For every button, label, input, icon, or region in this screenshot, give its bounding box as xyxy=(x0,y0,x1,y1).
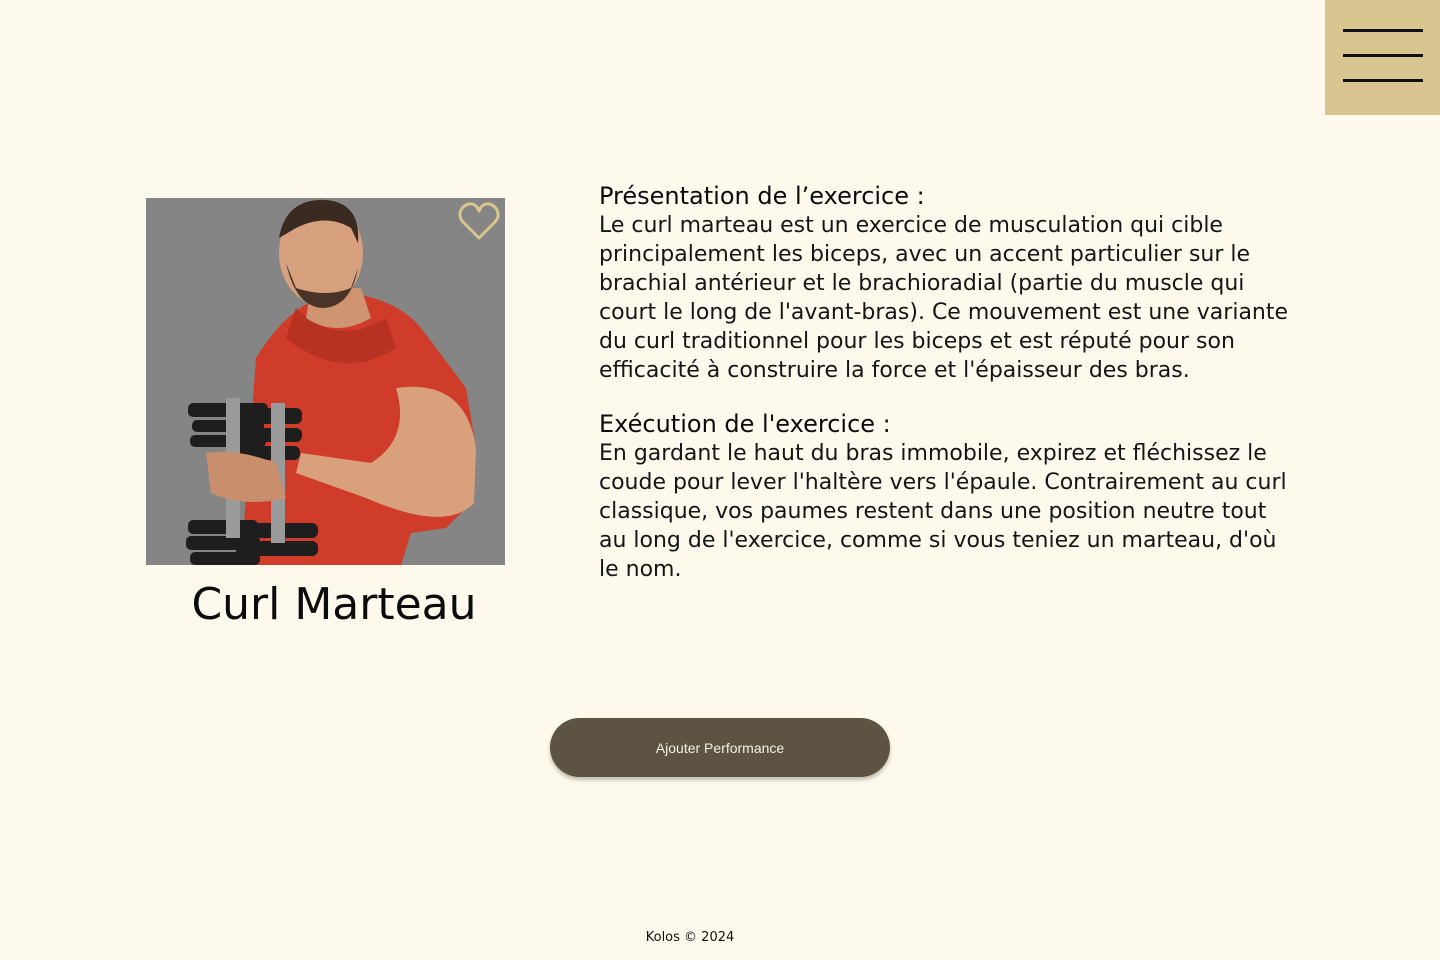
exercise-photo xyxy=(146,198,505,565)
presentation-section: Présentation de l’exercice : Le curl mar… xyxy=(599,182,1299,385)
hamburger-menu-button[interactable] xyxy=(1325,0,1440,115)
hamburger-line xyxy=(1343,79,1423,82)
heart-outline-icon[interactable] xyxy=(458,202,500,242)
exercise-title: Curl Marteau xyxy=(191,579,477,630)
exercise-image xyxy=(146,198,505,565)
execution-text: En gardant le haut du bras immobile, exp… xyxy=(599,441,1287,582)
hamburger-menu-icon xyxy=(1343,29,1423,32)
hamburger-line xyxy=(1343,54,1423,57)
footer-copyright: Kolos © 2024 xyxy=(645,930,735,945)
add-performance-button[interactable]: Ajouter Performance xyxy=(550,718,890,777)
execution-heading: Exécution de l'exercice : xyxy=(599,410,891,438)
execution-section: Exécution de l'exercice : En gardant le … xyxy=(599,410,1299,584)
presentation-text: Le curl marteau est un exercice de muscu… xyxy=(599,213,1289,383)
presentation-heading: Présentation de l’exercice : xyxy=(599,182,925,210)
exercise-page: Curl Marteau Présentation de l’exercice … xyxy=(0,0,1440,960)
